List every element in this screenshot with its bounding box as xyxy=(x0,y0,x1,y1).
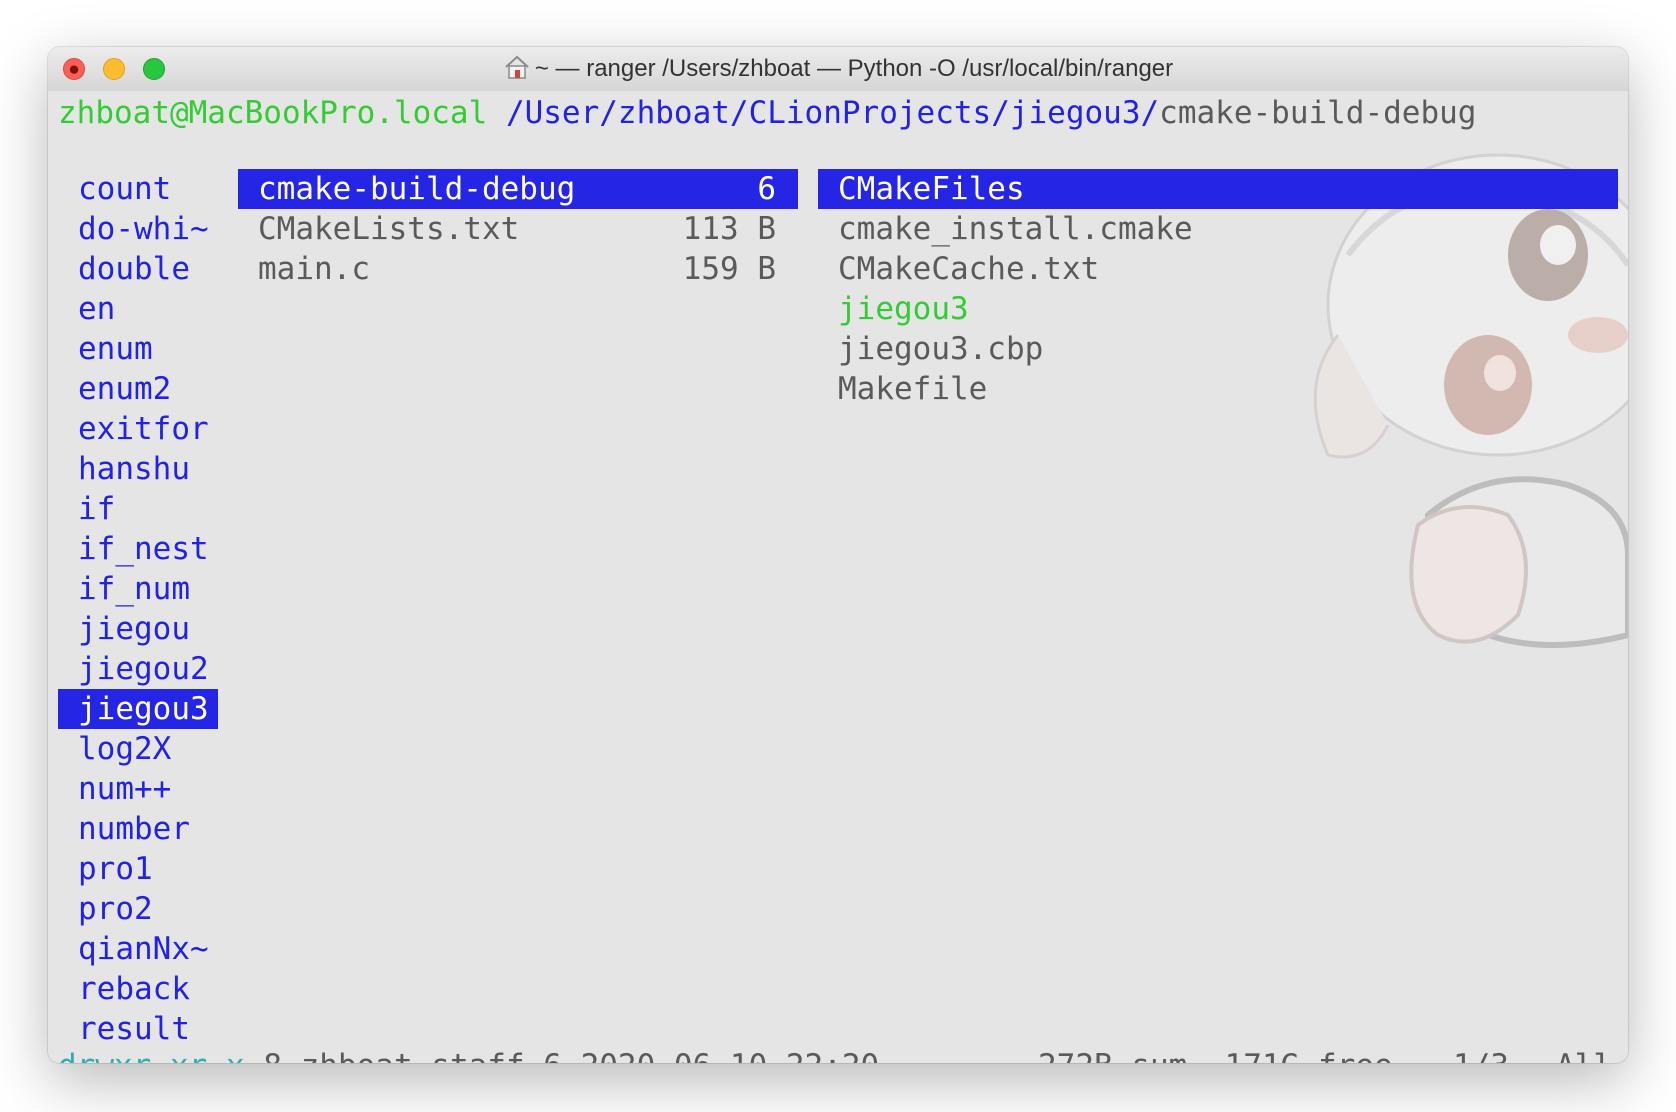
list-item[interactable]: exitfor xyxy=(58,409,218,449)
parent-column: count do-whi~ double en enum enum2 exitf… xyxy=(58,169,218,1049)
list-item[interactable]: double xyxy=(58,249,218,289)
list-item[interactable]: enum xyxy=(58,329,218,369)
list-item[interactable]: qianNx~ xyxy=(58,929,218,969)
list-item[interactable]: CMakeLists.txt 113 B xyxy=(238,209,798,249)
list-item[interactable]: number xyxy=(58,809,218,849)
list-item-selected[interactable]: cmake-build-debug 6 xyxy=(238,169,798,209)
title-bar[interactable]: ● ~ — ranger /Users/zhboat — Python -O /… xyxy=(48,47,1628,92)
terminal-view[interactable]: zhboat@MacBookPro.local /User/zhboat/CLi… xyxy=(48,91,1628,1063)
list-item[interactable]: jiegou2 xyxy=(58,649,218,689)
list-item[interactable]: CMakeCache.txt xyxy=(818,249,1618,289)
list-item[interactable]: main.c 159 B xyxy=(238,249,798,289)
list-item[interactable]: en xyxy=(58,289,218,329)
list-item[interactable]: do-whi~ xyxy=(58,209,218,249)
window-title: ~ — ranger /Users/zhboat — Python -O /us… xyxy=(48,47,1628,91)
item-size: 113 B xyxy=(682,211,776,247)
status-bar: drwxr-xr-x 8 zhboat staff 6 2020-06-10 2… xyxy=(58,1046,879,1063)
list-item[interactable]: if_nest xyxy=(58,529,218,569)
list-item[interactable]: jiegou3 xyxy=(818,289,1618,329)
scroll-indicator: All xyxy=(1556,1046,1612,1063)
list-item[interactable]: reback xyxy=(58,969,218,1009)
permissions-label: drwxr-xr-x xyxy=(58,1048,245,1063)
position-indicator: 1/3 xyxy=(1453,1046,1509,1063)
list-item-selected[interactable]: CMakeFiles xyxy=(818,169,1618,209)
list-item[interactable]: if_num xyxy=(58,569,218,609)
terminal-window: ● ~ — ranger /Users/zhboat — Python -O /… xyxy=(48,47,1628,1063)
item-size: 159 B xyxy=(682,251,776,287)
parent-path[interactable]: /User/zhboat/CLionProjects/jiegou3/ xyxy=(506,95,1159,131)
list-item[interactable]: hanshu xyxy=(58,449,218,489)
list-item[interactable]: Makefile xyxy=(818,369,1618,409)
list-item[interactable]: result xyxy=(58,1009,218,1049)
list-item[interactable]: num++ xyxy=(58,769,218,809)
list-item[interactable]: pro2 xyxy=(58,889,218,929)
item-size: 6 xyxy=(757,171,776,207)
current-column: cmake-build-debug 6 CMakeLists.txt 113 B m… xyxy=(238,169,798,289)
home-folder-icon xyxy=(505,55,529,79)
list-item-selected[interactable]: jiegou3 xyxy=(58,689,218,729)
host-label: zhboat@MacBookPro.local xyxy=(58,95,488,131)
window-title-text: ~ — ranger /Users/zhboat — Python -O /us… xyxy=(534,55,1174,82)
file-details: 8 zhboat staff 6 2020-06-10 22:20 xyxy=(263,1048,879,1063)
disk-summary: 272B sum, 171G free xyxy=(1038,1046,1393,1063)
preview-column: CMakeFiles cmake_install.cmake CMakeCach… xyxy=(818,169,1618,409)
list-item[interactable]: jiegou3.cbp xyxy=(818,329,1618,369)
list-item[interactable]: jiegou xyxy=(58,609,218,649)
list-item[interactable]: enum2 xyxy=(58,369,218,409)
list-item[interactable]: if xyxy=(58,489,218,529)
path-header: zhboat@MacBookPro.local /User/zhboat/CLi… xyxy=(58,93,1476,133)
list-item[interactable]: pro1 xyxy=(58,849,218,889)
list-item[interactable]: cmake_install.cmake xyxy=(818,209,1618,249)
list-item[interactable]: count xyxy=(58,169,218,209)
list-item[interactable]: log2X xyxy=(58,729,218,769)
current-dir-label: cmake-build-debug xyxy=(1159,95,1477,131)
